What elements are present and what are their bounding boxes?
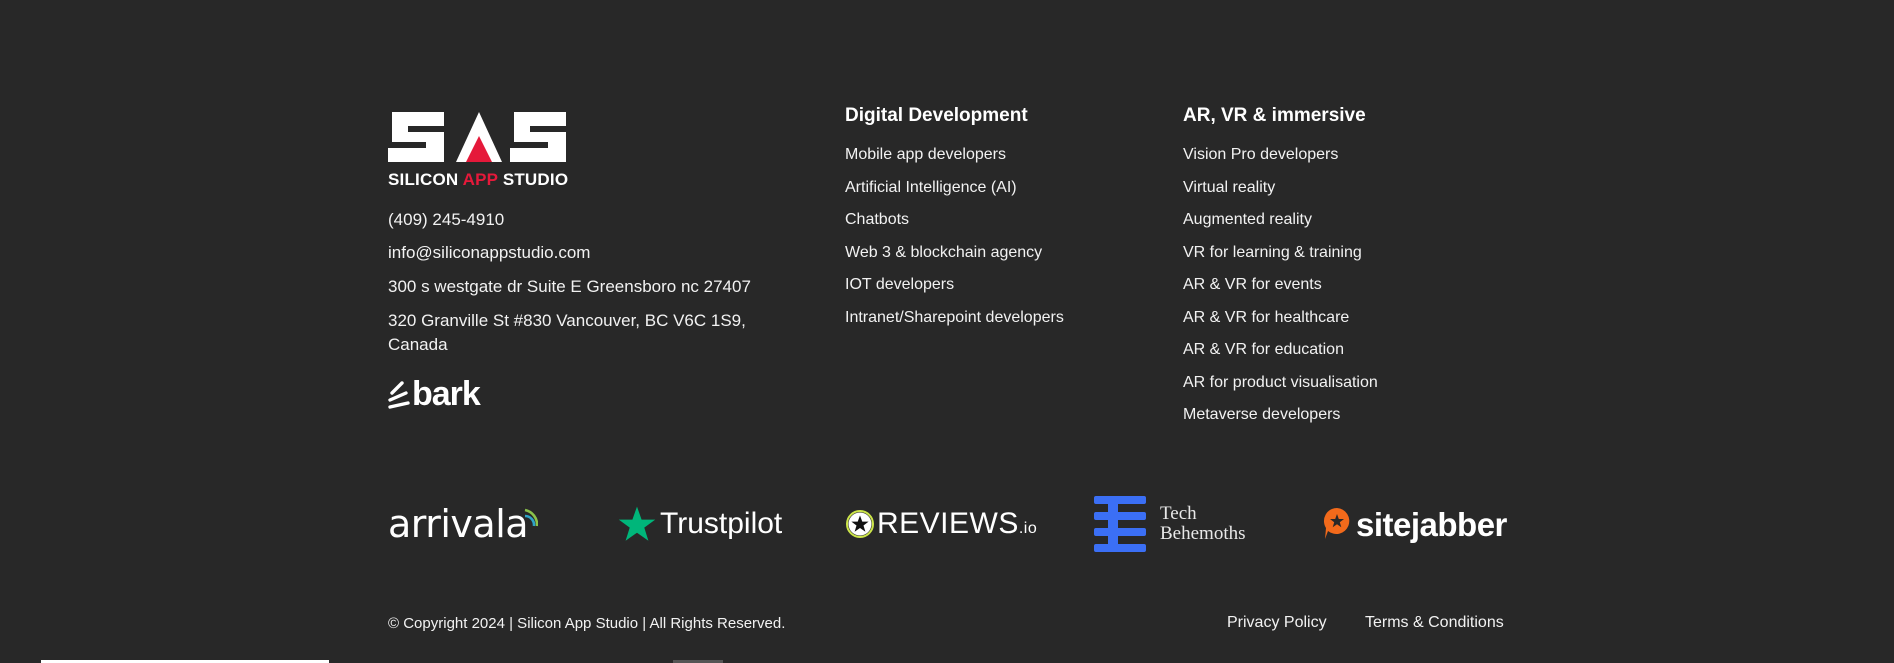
- bark-wave-icon: [388, 381, 410, 409]
- reviewsio-star-badge-icon: [846, 510, 874, 538]
- link-vr-learning-training[interactable]: VR for learning & training: [1183, 243, 1503, 276]
- trustpilot-star-icon: [618, 506, 656, 541]
- contact-address-canada: 320 Granville St #830 Vancouver, BC V6C …: [388, 311, 746, 354]
- logo-sub-app: APP: [462, 170, 498, 189]
- link-intranet-sharepoint[interactable]: Intranet/Sharepoint developers: [845, 308, 1165, 341]
- reviewsio-label: REVIEWS.io: [877, 509, 1037, 539]
- bark-badge[interactable]: bark: [388, 376, 488, 412]
- link-chatbots[interactable]: Chatbots: [845, 210, 1165, 243]
- reviewsio-suffix: .io: [1018, 520, 1038, 537]
- link-augmented-reality[interactable]: Augmented reality: [1183, 210, 1503, 243]
- logo-sub-silicon: SILICON: [388, 170, 463, 189]
- techbehemoths-icon: [1094, 496, 1146, 552]
- sitejabber-logo[interactable]: sitejabber: [1322, 494, 1512, 554]
- techbehemoths-line-2: Behemoths: [1160, 523, 1246, 544]
- link-metaverse-developers[interactable]: Metaverse developers: [1183, 405, 1503, 438]
- ar-vr-immersive-title: AR, VR & immersive: [1183, 105, 1366, 126]
- link-artificial-intelligence[interactable]: Artificial Intelligence (AI): [845, 178, 1165, 211]
- ar-vr-immersive-column: AR, VR & immersive Vision Pro developers…: [1183, 105, 1503, 438]
- copyright-text: © Copyright 2024 | Silicon App Studio | …: [388, 615, 786, 632]
- link-web3-blockchain[interactable]: Web 3 & blockchain agency: [845, 243, 1165, 276]
- contact-phone[interactable]: (409) 245-4910: [388, 208, 504, 232]
- arrivala-logo[interactable]: arrivala: [388, 494, 558, 554]
- trustpilot-logo[interactable]: Trustpilot: [618, 494, 790, 554]
- sitejabber-label: sitejabber: [1356, 505, 1507, 543]
- link-ar-vr-events[interactable]: AR & VR for events: [1183, 275, 1503, 308]
- techbehemoths-line-1: Tech: [1160, 503, 1197, 524]
- sitejabber-badge-icon: [1323, 507, 1350, 539]
- logo-subtitle: SILICON APP STUDIO: [388, 170, 570, 190]
- sas-logo-icon: [388, 112, 566, 162]
- digital-development-title: Digital Development: [845, 105, 1028, 126]
- link-virtual-reality[interactable]: Virtual reality: [1183, 178, 1503, 211]
- contact-address-us: 300 s westgate dr Suite E Greensboro nc …: [388, 277, 751, 296]
- link-ar-vr-education[interactable]: AR & VR for education: [1183, 340, 1503, 373]
- techbehemoths-logo[interactable]: Tech Behemoths: [1094, 494, 1264, 554]
- contact-email[interactable]: info@siliconappstudio.com: [388, 241, 590, 265]
- reviewsio-main: REVIEWS: [877, 507, 1019, 540]
- ar-vr-immersive-list: Vision Pro developers Virtual reality Au…: [1183, 145, 1503, 438]
- privacy-policy-link[interactable]: Privacy Policy: [1227, 614, 1327, 632]
- trustpilot-label: Trustpilot: [660, 507, 783, 540]
- techbehemoths-label: Tech Behemoths: [1160, 504, 1246, 544]
- company-logo[interactable]: SILICON APP STUDIO: [388, 106, 570, 190]
- bark-label: bark: [412, 375, 481, 413]
- link-ar-vr-healthcare[interactable]: AR & VR for healthcare: [1183, 308, 1503, 341]
- digital-development-column: Digital Development Mobile app developer…: [845, 105, 1165, 340]
- reviewsio-logo[interactable]: REVIEWS.io: [845, 494, 1040, 554]
- link-vision-pro-developers[interactable]: Vision Pro developers: [1183, 145, 1503, 178]
- arrivala-label: arrivala: [388, 502, 529, 546]
- link-ar-product-visualisation[interactable]: AR for product visualisation: [1183, 373, 1503, 406]
- arrivala-signal-icon: [524, 508, 539, 527]
- terms-conditions-link[interactable]: Terms & Conditions: [1365, 614, 1504, 632]
- link-mobile-app-developers[interactable]: Mobile app developers: [845, 145, 1165, 178]
- digital-development-list: Mobile app developers Artificial Intelli…: [845, 145, 1165, 340]
- logo-sub-studio: STUDIO: [497, 170, 569, 189]
- link-iot-developers[interactable]: IOT developers: [845, 275, 1165, 308]
